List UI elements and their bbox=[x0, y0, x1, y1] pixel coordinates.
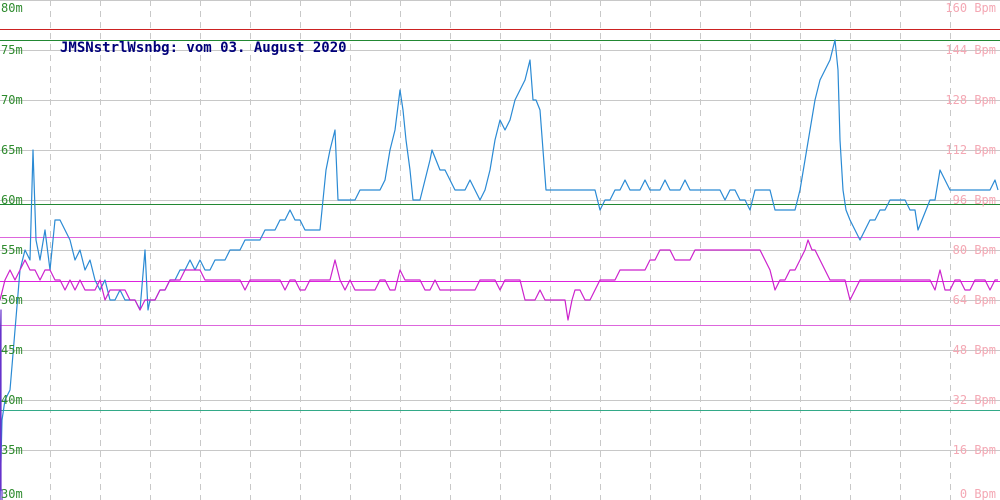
left-axis-tick-label: 80m bbox=[1, 1, 23, 15]
series-line-2 bbox=[0, 239, 998, 321]
left-axis-tick-label: 60m bbox=[1, 193, 23, 207]
right-axis-tick-label: 48 Bpm bbox=[953, 343, 996, 357]
left-axis-tick-label: 50m bbox=[1, 293, 23, 307]
chart-canvas: 30m 35m 40m 45m 50m 55m 60m 65m 70m 75m 80m 0 Bpm 16… bbox=[0, 0, 1000, 500]
series-lines bbox=[0, 39, 999, 500]
right-axis-tick-label: 32 Bpm bbox=[953, 393, 996, 407]
right-axis-tick-label: 16 Bpm bbox=[953, 443, 996, 457]
right-axis-tick-label: 64 Bpm bbox=[953, 293, 996, 307]
right-axis-tick-label: 128 Bpm bbox=[945, 93, 996, 107]
line-chart: 30m 35m 40m 45m 50m 55m 60m 65m 70m 75m 80m 0 Bpm 16… bbox=[0, 0, 1000, 500]
right-axis-tick-label: 80 Bpm bbox=[953, 243, 996, 257]
left-axis-tick-label: 40m bbox=[1, 393, 23, 407]
right-axis-tick-label: 144 Bpm bbox=[945, 43, 996, 57]
left-axis-tick-label: 55m bbox=[1, 243, 23, 257]
grid bbox=[0, 0, 1000, 500]
right-axis-tick-label: 0 Bpm bbox=[960, 487, 996, 500]
right-axis-tick-label: 112 Bpm bbox=[945, 143, 996, 157]
chart-title: JMSNstrlWsnbg: vom 03. August 2020 bbox=[60, 40, 347, 56]
right-axis-tick-label: 160 Bpm bbox=[945, 1, 996, 15]
left-axis-tick-label: 70m bbox=[1, 93, 23, 107]
right-axis-tick-label: 96 Bpm bbox=[953, 193, 996, 207]
left-axis-tick-label: 65m bbox=[1, 143, 23, 157]
left-axis-tick-label: 30m bbox=[1, 487, 23, 500]
left-axis-tick-label: 45m bbox=[1, 343, 23, 357]
left-axis-tick-label: 75m bbox=[1, 43, 23, 57]
left-axis-tick-label: 35m bbox=[1, 443, 23, 457]
series-line-1 bbox=[0, 39, 999, 500]
